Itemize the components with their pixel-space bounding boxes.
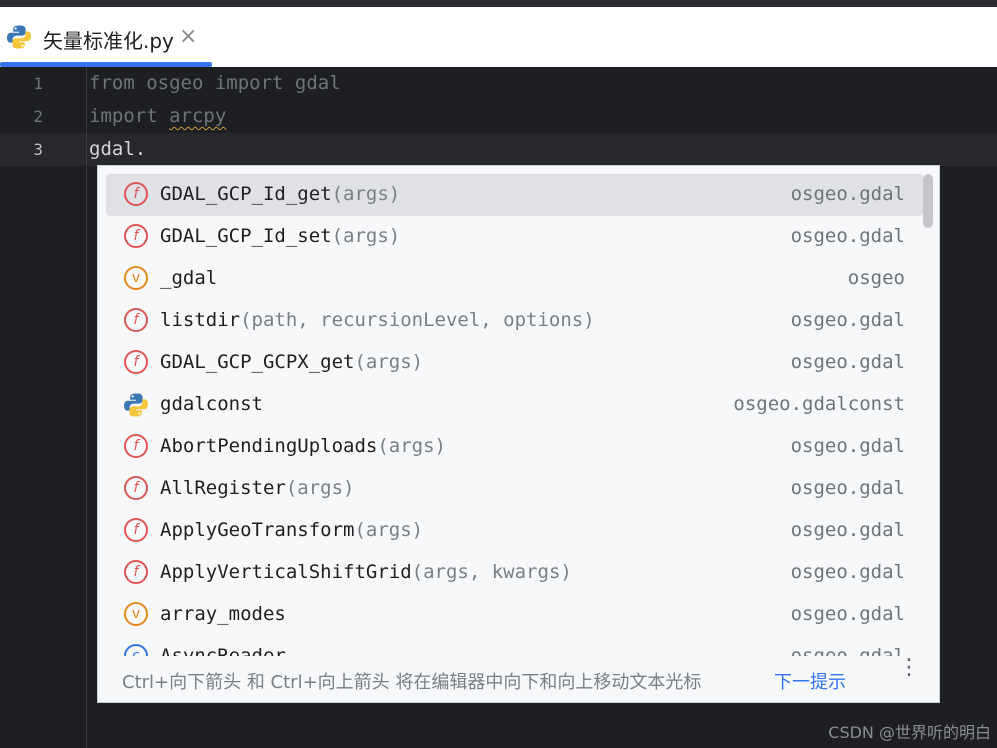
line-number: 2 bbox=[33, 107, 43, 126]
completion-name: AllRegister(args) bbox=[160, 477, 354, 499]
completion-identifier: ApplyVerticalShiftGrid bbox=[160, 561, 412, 583]
scrollbar-thumb[interactable] bbox=[923, 174, 933, 228]
code-text[interactable]: from osgeo import gdal bbox=[89, 72, 341, 94]
completion-name: gdalconst bbox=[160, 393, 263, 415]
line-number: 3 bbox=[33, 140, 43, 159]
completion-name: GDAL_GCP_GCPX_get(args) bbox=[160, 351, 423, 373]
close-icon[interactable]: × bbox=[179, 24, 197, 49]
next-tip-link[interactable]: 下一提示 bbox=[774, 668, 846, 694]
completion-location: osgeo.gdal bbox=[790, 561, 905, 583]
completion-item[interactable]: f GDAL_GCP_Id_get(args) osgeo.gdal bbox=[106, 174, 923, 216]
completion-name: AbortPendingUploads(args) bbox=[160, 435, 446, 457]
completion-name: GDAL_GCP_Id_get(args) bbox=[160, 183, 400, 205]
code-line-current[interactable]: 3 gdal. bbox=[0, 133, 997, 166]
code-text[interactable]: import arcpy bbox=[89, 105, 226, 127]
completion-identifier: AsyncReader bbox=[160, 645, 286, 656]
completion-name: _gdal bbox=[160, 267, 217, 289]
completion-identifier: AllRegister bbox=[160, 477, 286, 499]
completion-name: listdir(path, recursionLevel, options) bbox=[160, 309, 595, 331]
completion-args: (args) bbox=[331, 183, 401, 205]
completion-list[interactable]: f GDAL_GCP_Id_get(args) osgeo.gdal f GDAL_GC… bbox=[98, 166, 939, 656]
completion-item[interactable]: f GDAL_GCP_GCPX_get(args) osgeo.gdal bbox=[106, 342, 923, 384]
completion-location: osgeo.gdal bbox=[790, 603, 905, 625]
completion-location: osgeo.gdal bbox=[790, 183, 905, 205]
window-top-strip bbox=[0, 0, 997, 7]
variable-icon: v bbox=[124, 602, 148, 626]
variable-icon: v bbox=[124, 266, 148, 290]
gutter-separator bbox=[86, 67, 87, 748]
function-icon: f bbox=[124, 560, 148, 584]
completion-identifier: listdir bbox=[160, 309, 241, 331]
completion-name: ApplyVerticalShiftGrid(args, kwargs) bbox=[160, 561, 572, 583]
completion-item[interactable]: f ApplyVerticalShiftGrid(args, kwargs) osg… bbox=[106, 552, 923, 594]
completion-item[interactable]: f listdir(path, recursionLevel, options) o… bbox=[106, 300, 923, 342]
completion-args: (args) bbox=[354, 519, 424, 541]
completion-location: osgeo.gdal bbox=[790, 309, 905, 331]
python-file-icon bbox=[7, 25, 31, 49]
code-keyword: import bbox=[89, 105, 170, 127]
function-icon: f bbox=[124, 434, 148, 458]
editor-tab-bar: 矢量标准化.py × bbox=[0, 7, 997, 67]
completion-identifier: _gdal bbox=[160, 267, 218, 289]
completion-item[interactable]: v _gdal osgeo bbox=[106, 258, 923, 300]
footer-hint: Ctrl+向下箭头 和 Ctrl+向上箭头 将在编辑器中向下和向上移动文本光标 bbox=[122, 672, 702, 693]
completion-location: osgeo bbox=[847, 267, 905, 289]
completion-item[interactable]: f AbortPendingUploads(args) osgeo.gdal bbox=[106, 426, 923, 468]
completion-item[interactable]: c AsyncReader osgeo.gdal bbox=[106, 636, 923, 656]
completion-location: osgeo.gdal bbox=[790, 477, 905, 499]
code-completion-popup: f GDAL_GCP_Id_get(args) osgeo.gdal f GDAL_GC… bbox=[97, 165, 940, 703]
completion-args: (args, kwargs) bbox=[411, 561, 572, 583]
completion-args: (args) bbox=[354, 351, 424, 373]
completion-args: (args) bbox=[377, 435, 446, 457]
completion-location: osgeo.gdal bbox=[790, 519, 905, 541]
completion-args: (args) bbox=[331, 225, 401, 247]
completion-identifier: GDAL_GCP_Id_get bbox=[160, 183, 332, 205]
completion-identifier: GDAL_GCP_GCPX_get bbox=[160, 351, 355, 373]
completion-identifier: gdalconst bbox=[160, 393, 263, 415]
completion-item[interactable]: v array_modes osgeo.gdal bbox=[106, 594, 923, 636]
tab-title: 矢量标准化.py bbox=[43, 29, 174, 53]
line-number: 1 bbox=[33, 74, 43, 93]
completion-identifier: ApplyGeoTransform bbox=[160, 519, 355, 541]
completion-location: osgeo.gdal bbox=[790, 225, 905, 247]
completion-args: (path, recursionLevel, options) bbox=[240, 309, 595, 331]
completion-item[interactable]: f GDAL_GCP_Id_set(args) osgeo.gdal bbox=[106, 216, 923, 258]
completion-name: ApplyGeoTransform(args) bbox=[160, 519, 423, 541]
completion-args: (args) bbox=[285, 477, 355, 499]
completion-identifier: AbortPendingUploads bbox=[160, 435, 378, 457]
watermark: CSDN @世界听的明白 bbox=[828, 723, 991, 742]
completion-name: array_modes bbox=[160, 603, 286, 625]
function-icon: f bbox=[124, 350, 148, 374]
function-icon: f bbox=[124, 308, 148, 332]
code-line[interactable]: 1 from osgeo import gdal bbox=[0, 67, 997, 100]
completion-name: AsyncReader bbox=[160, 645, 286, 656]
file-tab[interactable]: 矢量标准化.py × bbox=[0, 7, 212, 67]
code-line[interactable]: 2 import arcpy bbox=[0, 100, 997, 133]
completion-footer: Ctrl+向下箭头 和 Ctrl+向上箭头 将在编辑器中向下和向上移动文本光标 … bbox=[98, 656, 939, 702]
function-icon: f bbox=[124, 224, 148, 248]
function-icon: f bbox=[124, 476, 148, 500]
completion-location: osgeo.gdal bbox=[790, 435, 905, 457]
class-icon: c bbox=[124, 644, 148, 656]
more-options-icon[interactable]: ⋮ bbox=[898, 657, 920, 696]
function-icon: f bbox=[124, 518, 148, 542]
code-text[interactable]: gdal. bbox=[89, 138, 146, 160]
unresolved-reference-warning[interactable]: arcpy bbox=[169, 105, 226, 127]
completion-location: osgeo.gdal bbox=[790, 351, 905, 373]
function-icon: f bbox=[124, 182, 148, 206]
completion-name: GDAL_GCP_Id_set(args) bbox=[160, 225, 400, 247]
completion-identifier: array_modes bbox=[160, 603, 286, 625]
completion-item[interactable]: gdalconst osgeo.gdalconst bbox=[106, 384, 923, 426]
completion-location: osgeo.gdalconst bbox=[733, 393, 905, 415]
completion-item[interactable]: f AllRegister(args) osgeo.gdal bbox=[106, 468, 923, 510]
completion-identifier: GDAL_GCP_Id_set bbox=[160, 225, 332, 247]
completion-item[interactable]: f ApplyGeoTransform(args) osgeo.gdal bbox=[106, 510, 923, 552]
python-module-icon bbox=[124, 393, 148, 417]
completion-location: osgeo.gdal bbox=[790, 645, 905, 656]
